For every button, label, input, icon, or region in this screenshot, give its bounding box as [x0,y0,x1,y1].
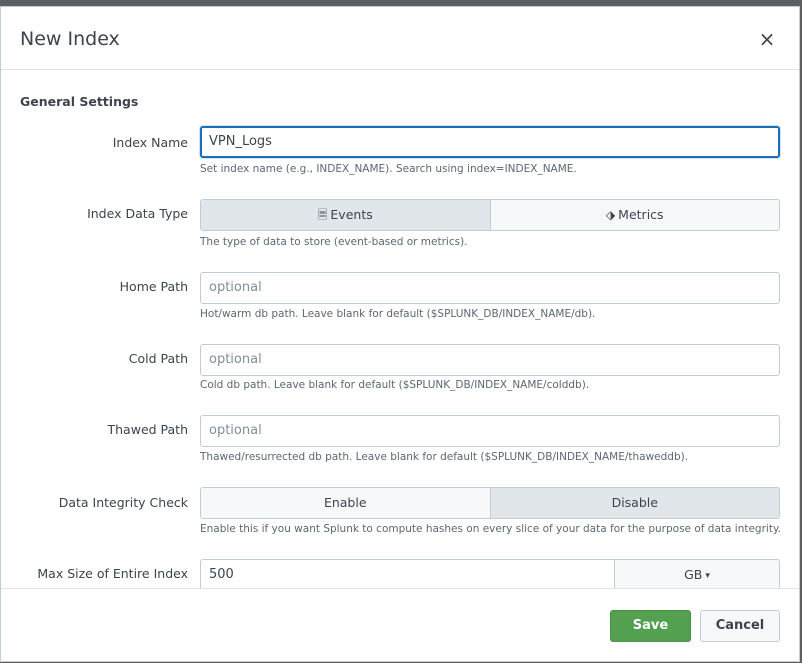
home-path-help: Hot/warm db path. Leave blank for defaul… [200,308,596,320]
cold-path-placeholder: optional [209,352,262,367]
close-icon[interactable]: × [757,28,777,50]
integrity-disable-button[interactable]: Disable [489,488,779,518]
home-path-input[interactable]: optional [200,272,780,304]
cold-path-input[interactable]: optional [200,344,780,376]
save-button[interactable]: Save [610,610,691,642]
home-path-label: Home Path [119,279,188,294]
max-size-unit-select[interactable]: GB ▾ [614,559,780,588]
index-data-type-toggle: 🗏 Events ⬗ Metrics [200,199,780,231]
dialog-header: New Index × [1,7,799,70]
dialog-footer: Save Cancel [1,588,799,663]
data-type-events-button[interactable]: 🗏 Events [201,200,490,230]
data-type-events-label: Events [330,207,373,222]
section-title-general-settings: General Settings [20,94,139,109]
cold-path-help: Cold db path. Leave blank for default ($… [200,379,590,391]
max-size-unit-value: GB [684,567,703,582]
index-name-help: Set index name (e.g., INDEX_NAME). Searc… [200,163,577,175]
data-type-metrics-button[interactable]: ⬗ Metrics [489,200,779,230]
max-size-group: 500 GB ▾ [200,559,780,588]
max-size-input[interactable]: 500 [200,559,614,588]
cancel-button[interactable]: Cancel [700,610,780,642]
dialog-title: New Index [20,28,120,50]
integrity-enable-button[interactable]: Enable [201,488,490,518]
data-integrity-help: Enable this if you want Splunk to comput… [200,523,782,535]
thawed-path-help: Thawed/resurrected db path. Leave blank … [200,451,689,463]
data-integrity-toggle: Enable Disable [200,487,780,519]
document-icon: 🗏 [317,208,328,222]
thawed-path-label: Thawed Path [107,422,189,437]
max-size-label: Max Size of Entire Index [37,566,188,581]
index-name-label: Index Name [112,135,188,150]
dialog-body: General Settings Index Name VPN_Logs Set… [1,70,799,588]
index-data-type-label: Index Data Type [87,206,188,221]
home-path-placeholder: optional [209,280,262,295]
data-type-metrics-label: Metrics [618,207,664,222]
cold-path-label: Cold Path [128,351,188,366]
tag-icon: ⬗ [605,208,616,222]
thawed-path-input[interactable]: optional [200,415,780,447]
index-name-input[interactable]: VPN_Logs [200,126,780,158]
chevron-down-icon: ▾ [705,571,710,581]
new-index-dialog: New Index × General Settings Index Name … [0,6,800,662]
thawed-path-placeholder: optional [209,423,262,438]
data-integrity-label: Data Integrity Check [58,495,188,510]
index-data-type-help: The type of data to store (event-based o… [200,236,468,248]
